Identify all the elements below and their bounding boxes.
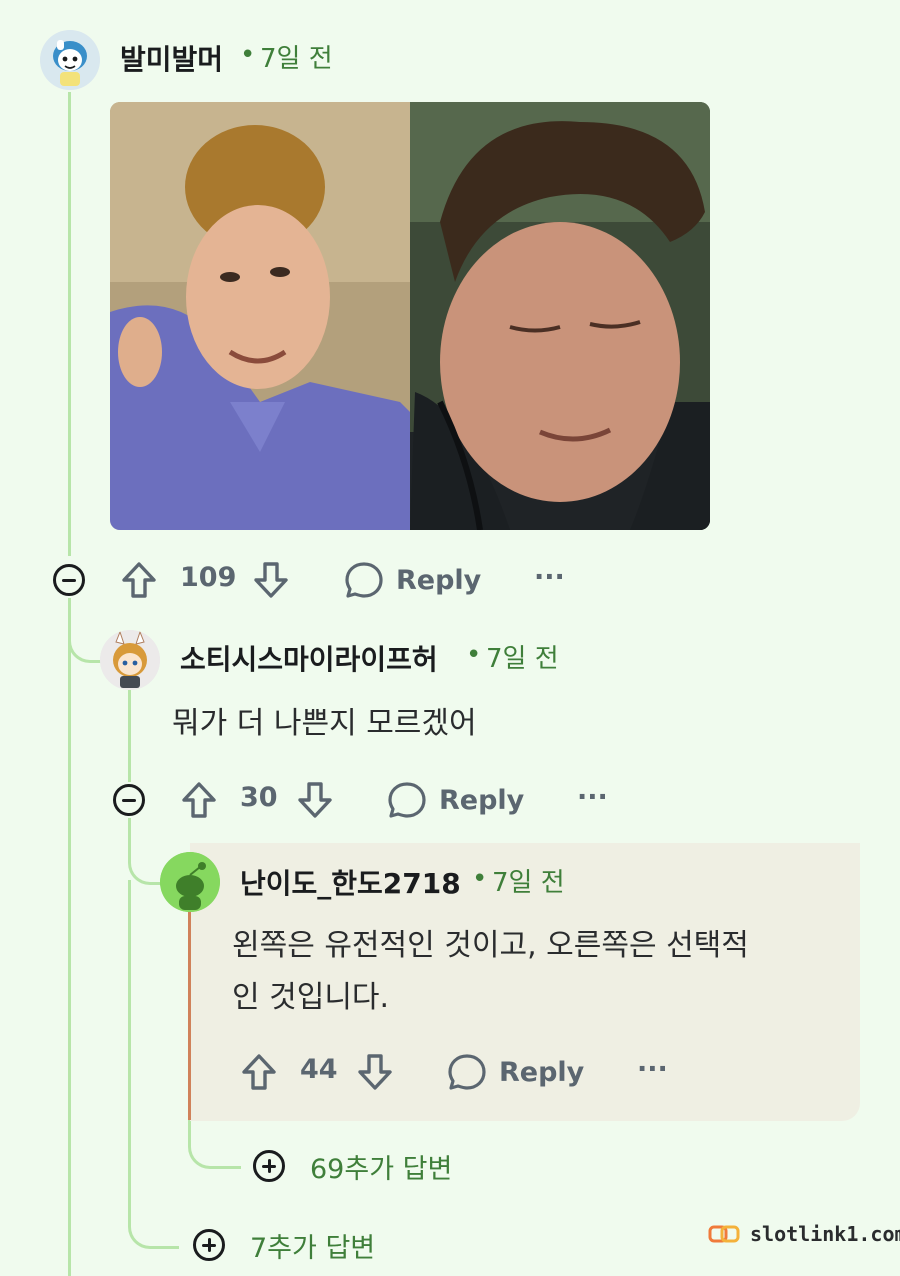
meta-separator: • xyxy=(240,40,256,70)
upvote-arrow-icon xyxy=(182,782,216,818)
reply-button[interactable]: Reply xyxy=(387,781,524,819)
more-replies-link[interactable]: 69추가 답변 xyxy=(310,1147,452,1186)
highlight-accent-bar xyxy=(188,880,191,1120)
chain-link-logo-icon xyxy=(708,1225,740,1243)
comment-image[interactable] xyxy=(110,102,710,530)
downvote-button[interactable] xyxy=(356,1052,394,1092)
collapse-thread-button[interactable] xyxy=(53,564,85,596)
upvote-button[interactable] xyxy=(240,1052,278,1092)
thread-line-comment-2 xyxy=(128,690,131,782)
expand-replies-icon[interactable] xyxy=(253,1150,285,1182)
comment-body: 뭐가 더 나쁜지 모르겠어 xyxy=(172,706,477,741)
comment-timestamp: 7일 전 xyxy=(486,644,559,674)
reply-button[interactable]: Reply xyxy=(344,561,481,599)
reply-label: Reply xyxy=(439,784,525,816)
downvote-button[interactable] xyxy=(296,780,334,820)
vote-count: 30 xyxy=(240,782,278,813)
upvote-arrow-icon xyxy=(242,1054,276,1090)
portrait-comparison-image xyxy=(110,102,710,530)
cartoon-avatar-icon xyxy=(40,30,100,90)
watermark: slotlink1.com xyxy=(708,1222,900,1246)
upvote-arrow-icon xyxy=(122,562,156,598)
more-options-button[interactable]: ··· xyxy=(577,782,608,813)
comment-username[interactable]: 난이도_한도2718 xyxy=(240,862,461,902)
downvote-arrow-icon xyxy=(298,782,332,818)
downvote-arrow-icon xyxy=(358,1054,392,1090)
speech-bubble-icon xyxy=(388,782,426,818)
vote-count: 44 xyxy=(300,1054,338,1085)
upvote-button[interactable] xyxy=(180,780,218,820)
reply-button[interactable]: Reply xyxy=(447,1053,584,1091)
comment-timestamp: 7일 전 xyxy=(260,44,333,74)
comment-body-line-1: 왼쪽은 유전적인 것이고, 오른쪽은 선택적 xyxy=(232,928,749,963)
thread-elbow-more-69 xyxy=(188,1120,241,1169)
more-options-button[interactable]: ··· xyxy=(534,562,565,593)
avatar[interactable] xyxy=(100,630,160,690)
speech-bubble-icon xyxy=(345,562,383,598)
speech-bubble-icon xyxy=(448,1054,486,1090)
thread-line-root xyxy=(68,92,71,556)
anime-avatar-icon xyxy=(100,630,160,690)
more-replies-link[interactable]: 7추가 답변 xyxy=(250,1226,375,1265)
comment-timestamp: 7일 전 xyxy=(492,868,565,898)
reply-label: Reply xyxy=(396,564,482,596)
meta-separator: • xyxy=(466,640,482,670)
upvote-button[interactable] xyxy=(120,560,158,600)
downvote-arrow-icon xyxy=(254,562,288,598)
comment-username[interactable]: 소티시스마이라이프허 xyxy=(180,638,438,678)
vote-count: 109 xyxy=(180,562,237,593)
avatar[interactable] xyxy=(40,30,100,90)
downvote-button[interactable] xyxy=(252,560,290,600)
comment-username[interactable]: 발미발머 xyxy=(120,38,223,78)
comment-body-line-2: 인 것입니다. xyxy=(232,980,390,1015)
expand-replies-icon[interactable] xyxy=(193,1229,225,1261)
watermark-text: slotlink1.com xyxy=(750,1222,900,1246)
thread-line-root-lower xyxy=(68,598,71,1276)
avatar[interactable] xyxy=(160,852,220,912)
more-options-button[interactable]: ··· xyxy=(637,1054,668,1085)
thread-elbow-more-7 xyxy=(128,880,179,1249)
reply-label: Reply xyxy=(499,1056,585,1088)
default-snoo-avatar-icon xyxy=(160,852,220,912)
meta-separator: • xyxy=(472,864,488,894)
collapse-thread-button[interactable] xyxy=(113,784,145,816)
